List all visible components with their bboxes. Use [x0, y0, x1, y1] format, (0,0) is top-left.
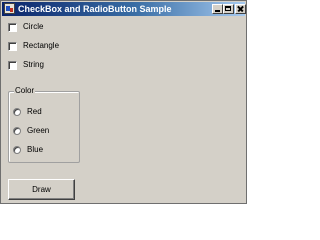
radio-green-circle[interactable] — [13, 127, 21, 135]
checkbox-string-label: String — [23, 60, 44, 69]
minimize-button[interactable] — [212, 4, 223, 14]
maximize-button[interactable] — [223, 4, 234, 14]
color-groupbox: Color Red Green Blue — [8, 86, 80, 163]
draw-button[interactable]: Draw — [8, 179, 75, 200]
color-group-label: Color — [14, 86, 36, 96]
radio-red[interactable]: Red — [13, 106, 42, 118]
checkbox-circle-box[interactable] — [8, 22, 17, 32]
checkbox-rectangle[interactable]: Rectangle — [8, 40, 59, 52]
app-window: CheckBox and RadioButton Sample Circle R… — [0, 0, 247, 204]
checkbox-circle[interactable]: Circle — [8, 21, 43, 33]
app-icon[interactable] — [4, 3, 15, 14]
window-title: CheckBox and RadioButton Sample — [18, 4, 172, 14]
form-client-area: Circle Rectangle String Color Red Green … — [2, 17, 245, 202]
checkbox-rectangle-label: Rectangle — [23, 41, 60, 50]
radio-green[interactable]: Green — [13, 125, 49, 137]
radio-green-label: Green — [27, 126, 50, 135]
checkbox-string-box[interactable] — [8, 60, 17, 70]
radio-blue-circle[interactable] — [13, 146, 21, 154]
checkbox-string[interactable]: String — [8, 59, 44, 71]
radio-blue[interactable]: Blue — [13, 144, 43, 156]
close-button[interactable] — [235, 4, 246, 14]
radio-blue-label: Blue — [27, 145, 44, 154]
checkbox-circle-label: Circle — [23, 22, 44, 31]
radio-red-label: Red — [27, 107, 42, 116]
radio-red-circle[interactable] — [13, 108, 21, 116]
title-bar[interactable]: CheckBox and RadioButton Sample — [2, 2, 246, 16]
checkbox-rectangle-box[interactable] — [8, 41, 17, 51]
